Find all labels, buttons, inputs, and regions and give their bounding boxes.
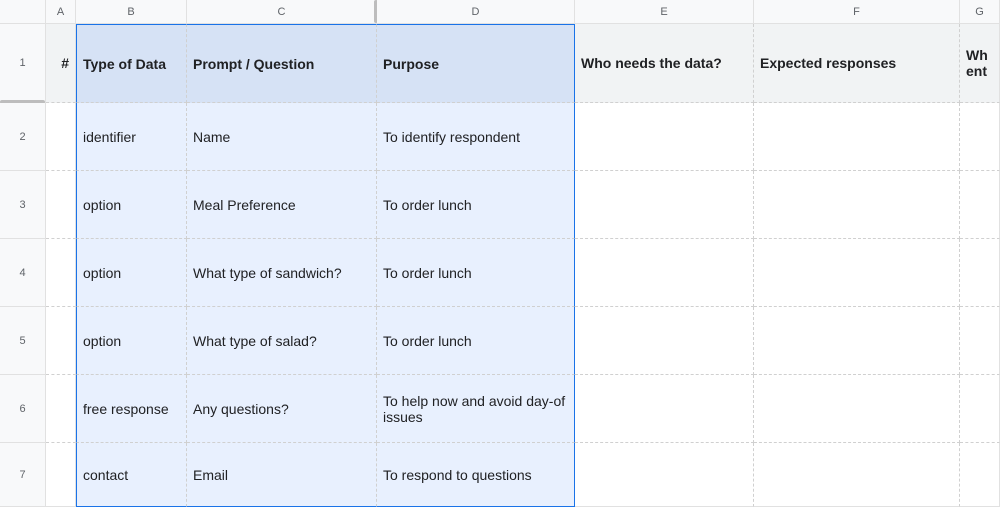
cell-B6[interactable]: free response <box>76 375 187 443</box>
cell-C4[interactable]: What type of sandwich? <box>187 239 377 307</box>
cell-G4[interactable] <box>960 239 1000 307</box>
cell-B4[interactable]: option <box>76 239 187 307</box>
select-all-corner[interactable] <box>0 0 46 24</box>
cell-A6[interactable] <box>46 375 76 443</box>
cell-A7[interactable] <box>46 443 76 507</box>
cell-E2[interactable] <box>575 103 754 171</box>
row-4: 4 option What type of sandwich? To order… <box>0 239 1000 307</box>
col-header-F[interactable]: F <box>754 0 960 24</box>
cell-B3[interactable]: option <box>76 171 187 239</box>
cell-F4[interactable] <box>754 239 960 307</box>
cell-G6[interactable] <box>960 375 1000 443</box>
row-header-7[interactable]: 7 <box>0 443 46 507</box>
cell-C3[interactable]: Meal Preference <box>187 171 377 239</box>
cell-E3[interactable] <box>575 171 754 239</box>
row-header-4[interactable]: 4 <box>0 239 46 307</box>
cell-D2[interactable]: To identify respondent <box>377 103 575 171</box>
cell-D6[interactable]: To help now and avoid day-of issues <box>377 375 575 443</box>
cell-E6[interactable] <box>575 375 754 443</box>
cell-E1[interactable]: Who needs the data? <box>575 24 754 103</box>
col-header-C[interactable]: C <box>187 0 377 24</box>
row-header-6[interactable]: 6 <box>0 375 46 443</box>
cell-A2[interactable] <box>46 103 76 171</box>
cell-B2[interactable]: identifier <box>76 103 187 171</box>
cell-C7[interactable]: Email <box>187 443 377 507</box>
row-header-5[interactable]: 5 <box>0 307 46 375</box>
cell-A4[interactable] <box>46 239 76 307</box>
cell-D1[interactable]: Purpose <box>377 24 575 103</box>
cell-E5[interactable] <box>575 307 754 375</box>
col-header-G[interactable]: G <box>960 0 1000 24</box>
cell-F6[interactable] <box>754 375 960 443</box>
cell-D4[interactable]: To order lunch <box>377 239 575 307</box>
row-header-1[interactable]: 1 <box>0 24 46 103</box>
cell-G5[interactable] <box>960 307 1000 375</box>
cell-A3[interactable] <box>46 171 76 239</box>
cell-D3[interactable]: To order lunch <box>377 171 575 239</box>
cell-G1[interactable]: Wh ent <box>960 24 1000 103</box>
cell-G2[interactable] <box>960 103 1000 171</box>
cell-C6[interactable]: Any questions? <box>187 375 377 443</box>
cell-E7[interactable] <box>575 443 754 507</box>
cell-A1[interactable]: # <box>46 24 76 103</box>
cell-B5[interactable]: option <box>76 307 187 375</box>
col-header-D[interactable]: D <box>377 0 575 24</box>
cell-F2[interactable] <box>754 103 960 171</box>
cell-F5[interactable] <box>754 307 960 375</box>
row-3: 3 option Meal Preference To order lunch <box>0 171 1000 239</box>
spreadsheet: A B C D E F G 1 # Type of Data Prompt / … <box>0 0 1000 513</box>
cell-D5[interactable]: To order lunch <box>377 307 575 375</box>
row-1: 1 # Type of Data Prompt / Question Purpo… <box>0 24 1000 103</box>
col-header-B[interactable]: B <box>76 0 187 24</box>
cell-D7[interactable]: To respond to questions <box>377 443 575 507</box>
cell-G3[interactable] <box>960 171 1000 239</box>
cell-C5[interactable]: What type of salad? <box>187 307 377 375</box>
col-header-A[interactable]: A <box>46 0 76 24</box>
cell-C2[interactable]: Name <box>187 103 377 171</box>
row-6: 6 free response Any questions? To help n… <box>0 375 1000 443</box>
cell-C1[interactable]: Prompt / Question <box>187 24 377 103</box>
column-header-row: A B C D E F G <box>0 0 1000 24</box>
row-5: 5 option What type of salad? To order lu… <box>0 307 1000 375</box>
cell-A5[interactable] <box>46 307 76 375</box>
cell-F3[interactable] <box>754 171 960 239</box>
cell-F1[interactable]: Expected responses <box>754 24 960 103</box>
row-header-3[interactable]: 3 <box>0 171 46 239</box>
cell-B1[interactable]: Type of Data <box>76 24 187 103</box>
row-7: 7 contact Email To respond to questions <box>0 443 1000 507</box>
cell-F7[interactable] <box>754 443 960 507</box>
cell-E4[interactable] <box>575 239 754 307</box>
row-header-2[interactable]: 2 <box>0 103 46 171</box>
cell-G7[interactable] <box>960 443 1000 507</box>
cell-B7[interactable]: contact <box>76 443 187 507</box>
row-2: 2 identifier Name To identify respondent <box>0 103 1000 171</box>
col-header-E[interactable]: E <box>575 0 754 24</box>
